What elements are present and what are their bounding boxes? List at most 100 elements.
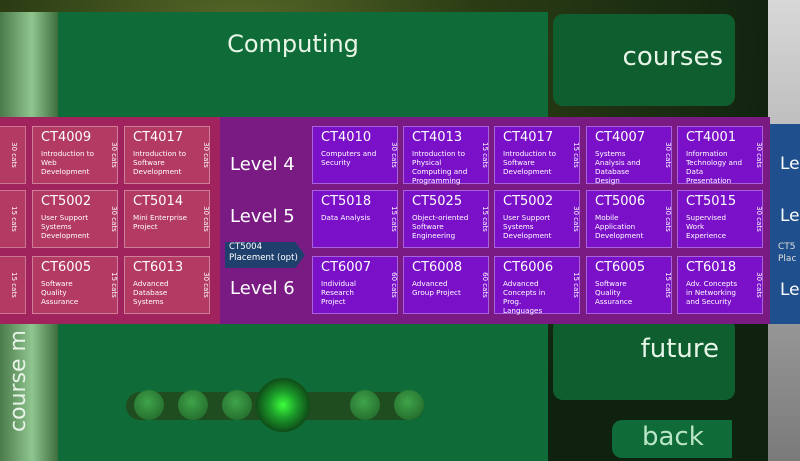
module-name: Information Technology and Data Presenta…: [686, 149, 743, 185]
module-card[interactable]: CT5002 User Support Systems Development 30…: [32, 190, 118, 248]
module-credits: 30 cats: [755, 206, 764, 232]
module-card[interactable]: CT6005 Software Quality Assurance 15 cats: [32, 256, 118, 314]
module-card[interactable]: CT4001 Information Technology and Data Pr…: [677, 126, 764, 185]
module-card[interactable]: CT4017 Introduction to Software Developme…: [494, 126, 580, 184]
module-name: Software Quality Assurance: [595, 279, 633, 306]
module-card-partial[interactable]: 15 cats: [0, 256, 26, 314]
module-code: CT4013: [412, 130, 463, 145]
module-card[interactable]: CT5014 Mini Enterprise Project 30 cats: [124, 190, 210, 248]
module-credits: 30 cats: [110, 206, 119, 232]
module-code: CT5014: [133, 194, 184, 209]
carousel-dot[interactable]: [134, 390, 164, 420]
module-credits: 15 cats: [481, 142, 490, 168]
module-name: Computers and Security: [321, 149, 377, 167]
module-name: User Support Systems Development: [41, 213, 90, 240]
module-credits: 15 cats: [390, 206, 399, 232]
module-credits: 30 cats: [664, 142, 673, 168]
module-credits: 30 cats: [202, 142, 211, 168]
module-card[interactable]: CT6007 Individual Research Project 60 cats: [312, 256, 398, 314]
module-card[interactable]: CT5025 Object-oriented Software Engineeri…: [403, 190, 489, 248]
module-name: Introduction to Software Development: [133, 149, 187, 176]
module-card[interactable]: CT6006 Advanced Concepts in Prog. Languag…: [494, 256, 580, 315]
module-name: Systems Analysis and Database Design: [595, 149, 641, 185]
peek-placement: Plac: [778, 254, 797, 264]
module-code: CT5002: [41, 194, 92, 209]
side-tab-label: course m: [6, 330, 31, 432]
module-name: Supervised Work Experience: [686, 213, 727, 240]
module-credits: 15 cats: [664, 272, 673, 298]
module-card[interactable]: CT5015 Supervised Work Experience 30 cats: [677, 190, 763, 248]
module-code: CT6005: [595, 260, 646, 275]
module-code: CT4009: [41, 130, 92, 145]
module-credits: 60 cats: [390, 272, 399, 298]
module-name: Advanced Concepts in Prog. Languages: [503, 279, 546, 315]
module-credits: 30 cats: [390, 142, 399, 168]
peek-placement: CT5: [778, 242, 796, 252]
module-card[interactable]: CT6018 Adv. Concepts in Networking and Se…: [677, 256, 763, 314]
module-credits: 30 cats: [664, 206, 673, 232]
module-code: CT5015: [686, 194, 737, 209]
module-credits: 30 cats: [110, 142, 119, 168]
module-card[interactable]: CT5002 User Support Systems Development 30…: [494, 190, 580, 248]
module-card[interactable]: CT4007 Systems Analysis and Database Desi…: [586, 126, 673, 185]
module-code: CT4017: [133, 130, 184, 145]
peek-level: Le: [780, 154, 800, 174]
module-name: Software Quality Assurance: [41, 279, 79, 306]
module-name: Advanced Database Systems: [133, 279, 169, 306]
level-label: Level 4: [230, 154, 295, 175]
module-credits: 15 cats: [572, 142, 581, 168]
module-name: Mini Enterprise Project: [133, 213, 188, 231]
module-card[interactable]: CT4013 Introduction to Physical Computing…: [403, 126, 490, 185]
module-code: CT6013: [133, 260, 184, 275]
placement-tag[interactable]: CT5004 Placement (opt): [225, 242, 305, 268]
module-credits: 30 cats: [755, 142, 764, 168]
module-code: CT4010: [321, 130, 372, 145]
module-card[interactable]: CT6013 Advanced Database Systems 30 cats: [124, 256, 210, 314]
next-course-peek[interactable]: Le Le CT5 Plac Le: [770, 124, 800, 324]
module-card[interactable]: CT5006 Mobile Application Development 30 c…: [586, 190, 672, 248]
module-code: CT6008: [412, 260, 463, 275]
page-title: Computing: [227, 30, 359, 58]
module-name: Introduction to Web Development: [41, 149, 95, 176]
module-card[interactable]: CT4009 Introduction to Web Development 30 …: [32, 126, 118, 184]
placement-label: Placement (opt): [229, 253, 298, 263]
module-name: Adv. Concepts in Networking and Security: [686, 279, 738, 306]
module-credits: 30 cats: [202, 272, 211, 298]
carousel-dot[interactable]: [394, 390, 424, 420]
module-card[interactable]: CT4017 Introduction to Software Developme…: [124, 126, 210, 184]
courses-button[interactable]: courses: [553, 14, 735, 106]
module-code: CT4001: [686, 130, 737, 145]
module-card[interactable]: CT4010 Computers and Security 30 cats: [312, 126, 398, 184]
peek-level: Le: [780, 280, 800, 300]
module-card[interactable]: CT6008 Advanced Group Project 60 cats: [403, 256, 489, 314]
back-label: back: [642, 422, 704, 452]
level-label: Level 6: [230, 278, 295, 299]
module-credits: 15 cats: [9, 272, 18, 298]
carousel-dot[interactable]: [222, 390, 252, 420]
module-code: CT6006: [503, 260, 554, 275]
module-code: CT4017: [503, 130, 554, 145]
module-code: CT6018: [686, 260, 737, 275]
module-card[interactable]: CT5018 Data Analysis 15 cats: [312, 190, 398, 248]
future-label: future: [640, 334, 719, 364]
module-code: CT5018: [321, 194, 372, 209]
module-credits: 60 cats: [481, 272, 490, 298]
module-credits: 15 cats: [110, 272, 119, 298]
module-credits: 15 cats: [481, 206, 490, 232]
back-button[interactable]: back: [612, 420, 732, 458]
module-card[interactable]: CT6005 Software Quality Assurance 15 cats: [586, 256, 672, 314]
module-code: CT5006: [595, 194, 646, 209]
future-button[interactable]: future: [553, 318, 735, 400]
module-name: Mobile Application Development: [595, 213, 644, 240]
module-card-partial[interactable]: 30 cats: [0, 126, 26, 184]
carousel-dot-active[interactable]: [256, 378, 310, 432]
module-credits: 30 cats: [755, 272, 764, 298]
module-code: CT6007: [321, 260, 372, 275]
carousel-dot[interactable]: [178, 390, 208, 420]
module-card-partial[interactable]: 15 cats: [0, 190, 26, 248]
module-name: Advanced Group Project: [412, 279, 461, 297]
carousel-dot[interactable]: [350, 390, 380, 420]
module-code: CT5002: [503, 194, 554, 209]
module-credits: 15 cats: [9, 206, 18, 232]
module-code: CT4007: [595, 130, 646, 145]
